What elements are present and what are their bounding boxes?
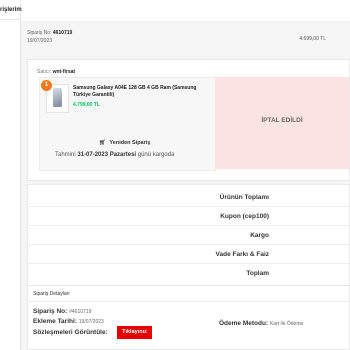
order-number-value: 4610719 <box>52 30 73 36</box>
order-details: Sipariş Detayları Sipariş No: #4610719 E… <box>27 285 350 350</box>
details-contracts-label: Sözleşmeleri Görüntüle: <box>33 329 108 336</box>
view-contracts-button[interactable]: Tıklayınız <box>117 326 152 339</box>
seller-card: Satıcı: wnt-firsat 1 Samsung Galaxy A04E… <box>27 59 350 181</box>
details-order-no: Sipariş No: #4610719 <box>33 308 91 315</box>
details-order-no-value: #4610719 <box>69 309 92 315</box>
summary-divider <box>28 263 349 264</box>
details-title: Sipariş Detayları <box>33 291 70 297</box>
summary-divider <box>28 225 349 226</box>
payment-method: Ödeme Metodu: Kart ile Ödeme <box>219 320 303 327</box>
order-header[interactable]: Sipariş No: 4610719 19/07/2023 4.699,00 … <box>27 30 350 54</box>
order-number: Sipariş No: 4610719 <box>27 30 72 36</box>
reorder-label: Yeniden Sipariş <box>109 140 151 146</box>
details-added-value: 19/07/2023 <box>78 319 104 325</box>
quantity-badge: 1 <box>41 80 52 91</box>
details-divider <box>28 301 349 302</box>
product-price: 4.799,00 TL <box>73 102 100 108</box>
status-panel: İPTAL EDİLDİ <box>215 77 349 169</box>
reorder-button[interactable]: 🛒︎ Yeniden Sipariş <box>99 140 150 146</box>
seller-name[interactable]: wnt-firsat <box>53 69 76 75</box>
details-added-date: Ekleme Tarihi: 19/07/2023 <box>33 318 104 325</box>
left-sidebar: rişlerim <box>0 0 22 350</box>
order-date: 19/07/2023 <box>27 38 53 44</box>
order-number-label: Sipariş No: <box>27 30 52 36</box>
product-thumbnail[interactable]: 1 <box>41 80 69 113</box>
delivery-prefix: Tahmini <box>55 152 76 158</box>
delivery-suffix: günü kargoda <box>137 152 175 158</box>
sidebar-divider <box>0 19 20 20</box>
order-total: 4.699,00 TL <box>299 36 326 42</box>
product-name[interactable]: Samsung Galaxy A04E 128 GB 4 GB Ram (Sam… <box>73 85 198 99</box>
details-order-no-label: Sipariş No: <box>33 308 68 315</box>
summary-shipping: Kargo <box>250 232 269 239</box>
summary-divider <box>28 244 349 245</box>
sidebar-title: rişlerim <box>0 7 22 13</box>
delivery-estimate: Tahmini 31-07-2023 Pazartesi günü kargod… <box>55 152 174 158</box>
cart-icon: 🛒︎ <box>99 140 106 146</box>
price-summary: Ürünün Toplamı Kupon (cep100) Kargo Vade… <box>27 184 350 286</box>
seller-line: Satıcı: wnt-firsat <box>37 69 75 75</box>
delivery-date: 31-07-2023 Pazartesi <box>77 152 137 158</box>
summary-total: Toplam <box>246 270 269 277</box>
summary-subtotal: Ürünün Toplamı <box>219 194 269 201</box>
seller-label: Satıcı: <box>37 69 52 75</box>
summary-interest: Vade Farkı & Faiz <box>215 251 269 258</box>
phone-image <box>53 88 62 107</box>
summary-divider <box>28 206 349 207</box>
payment-label: Ödeme Metodu: <box>219 320 269 327</box>
summary-coupon: Kupon (cep100) <box>220 213 269 220</box>
status-cancelled: İPTAL EDİLDİ <box>261 117 303 124</box>
order-item: 1 Samsung Galaxy A04E 128 GB 4 GB Ram (S… <box>39 77 216 171</box>
details-added-label: Ekleme Tarihi: <box>33 318 77 325</box>
payment-value: Kart ile Ödeme <box>269 321 304 327</box>
